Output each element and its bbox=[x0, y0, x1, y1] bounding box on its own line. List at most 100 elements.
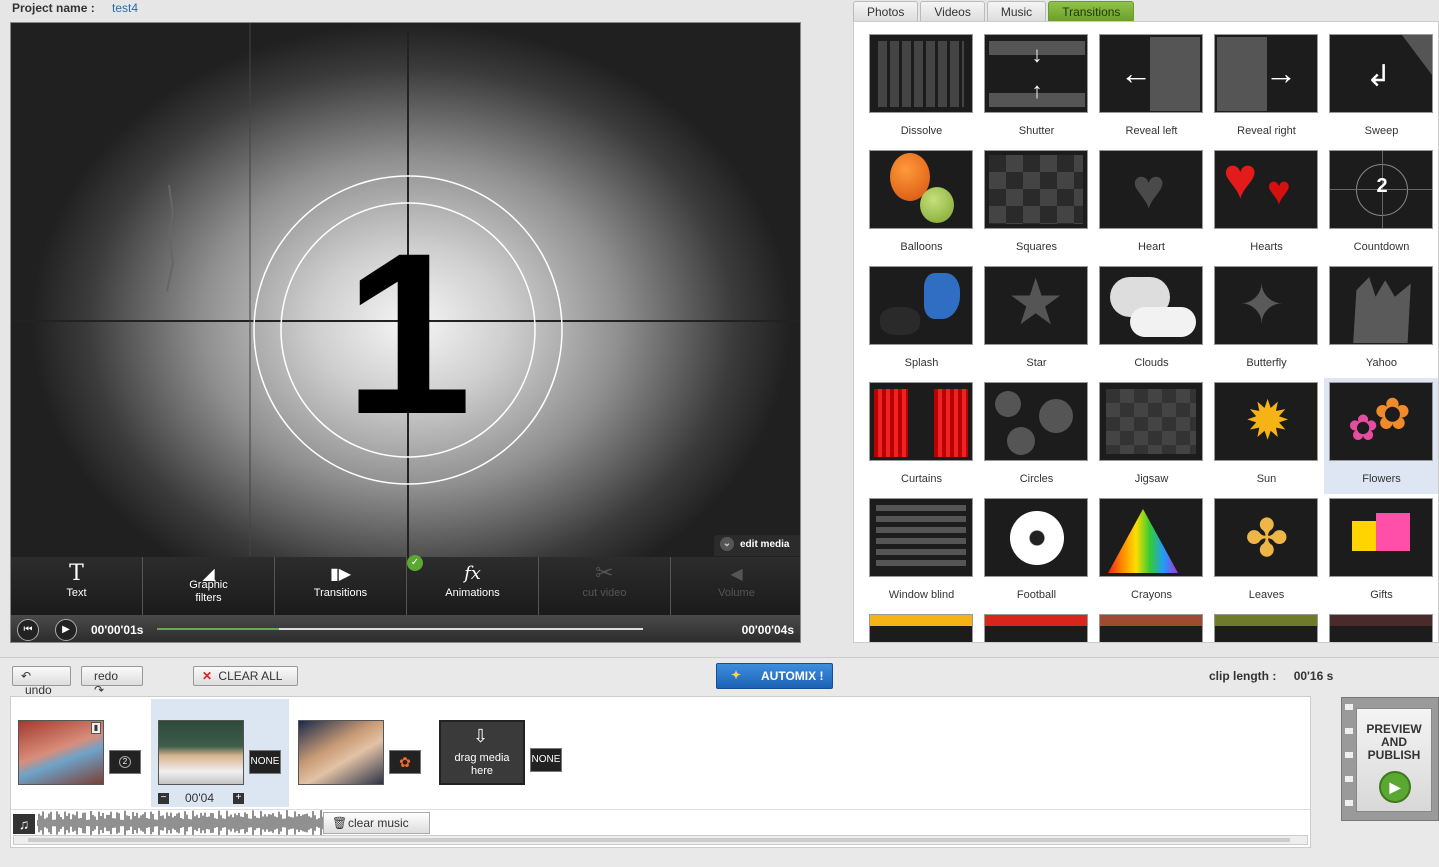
transition-flowers[interactable]: ✿ ✿ Flowers bbox=[1324, 378, 1438, 494]
transition-heart[interactable]: ♥ Heart bbox=[1094, 146, 1209, 262]
transition-name: Jigsaw bbox=[1134, 473, 1169, 485]
total-time: 00'00'04s bbox=[741, 623, 794, 637]
edit-media-button[interactable]: ⌄ edit media bbox=[714, 535, 800, 556]
film-perforation bbox=[1345, 704, 1353, 710]
transition-thumbnail bbox=[869, 34, 973, 113]
redo-button[interactable]: redo ↷ bbox=[81, 666, 143, 697]
transition-splash[interactable]: Splash bbox=[864, 262, 979, 378]
transition-gifts[interactable]: Gifts bbox=[1324, 494, 1438, 610]
project-name-label: Project name : bbox=[12, 1, 95, 15]
transitions-tool-label: Transitions bbox=[313, 587, 368, 599]
tab-videos[interactable]: Videos bbox=[920, 1, 985, 22]
film-perforation bbox=[1345, 728, 1353, 734]
cut-video-button[interactable]: ✂ cut video bbox=[539, 557, 671, 615]
transition-football[interactable]: Football bbox=[979, 494, 1094, 610]
transition-thumbnail-partial[interactable] bbox=[1329, 614, 1433, 642]
transition-slot-4[interactable]: NONE bbox=[530, 748, 562, 772]
undo-button[interactable]: ↶ undo bbox=[12, 666, 71, 697]
preview-publish-button[interactable]: PREVIEW AND PUBLISH ▶ bbox=[1341, 697, 1439, 821]
transition-name: Circles bbox=[1019, 473, 1054, 485]
transition-balloons[interactable]: Balloons bbox=[864, 146, 979, 262]
transition-butterfly[interactable]: ✦ Butterfly bbox=[1209, 262, 1324, 378]
tab-photos[interactable]: Photos bbox=[853, 1, 919, 22]
clip-thumbnail-1[interactable]: ▮ bbox=[18, 720, 104, 785]
transition-thumbnail bbox=[984, 498, 1088, 577]
play-icon[interactable]: ▶ bbox=[55, 619, 77, 641]
transition-crayons[interactable]: Crayons bbox=[1094, 494, 1209, 610]
transition-thumbnail bbox=[869, 498, 973, 577]
publish-label: PREVIEW AND PUBLISH bbox=[1366, 722, 1422, 762]
current-time: 00'00'01s bbox=[91, 623, 144, 637]
trash-icon[interactable]: ▮ bbox=[91, 722, 101, 734]
transition-reveal-right[interactable]: → Reveal right bbox=[1209, 30, 1324, 146]
transition-slot-3[interactable]: ✿ bbox=[389, 750, 421, 774]
clear-music-button[interactable]: 🗑︎ clear music bbox=[323, 812, 430, 834]
clip-length-label: clip length : bbox=[1209, 669, 1277, 683]
transition-hearts[interactable]: ♥ ♥ Hearts bbox=[1209, 146, 1324, 262]
graphic-filters-button[interactable]: ◢ Graphic filters bbox=[143, 557, 275, 615]
transition-thumbnail-partial[interactable] bbox=[1099, 614, 1203, 642]
transition-thumbnail: ♥ bbox=[1099, 150, 1203, 229]
project-name-value[interactable]: test4 bbox=[112, 1, 138, 15]
clip-thumbnail-2[interactable] bbox=[158, 720, 244, 785]
transition-shutter[interactable]: ↓ ↑ Shutter bbox=[979, 30, 1094, 146]
scrollbar-thumb[interactable] bbox=[28, 838, 1290, 842]
transition-sweep[interactable]: ↲ Sweep bbox=[1324, 30, 1438, 146]
undo-label: undo bbox=[25, 683, 52, 697]
transition-name: Hearts bbox=[1250, 241, 1283, 253]
transition-leaves[interactable]: ✤ Leaves bbox=[1209, 494, 1324, 610]
drop-zone[interactable]: ⇩ drag media here bbox=[439, 720, 525, 785]
transition-reveal-left[interactable]: ← Reveal left bbox=[1094, 30, 1209, 146]
edit-media-label: edit media bbox=[740, 539, 790, 550]
transition-star[interactable]: ★ Star bbox=[979, 262, 1094, 378]
close-icon: ✕ bbox=[202, 669, 213, 683]
timeline-scrollbar[interactable] bbox=[13, 835, 1308, 845]
skip-to-start-icon[interactable]: ⏮ bbox=[17, 619, 39, 641]
transition-slot-1[interactable]: 2 bbox=[109, 750, 141, 774]
transition-squares[interactable]: Squares bbox=[979, 146, 1094, 262]
transition-slot-1-label: 2 bbox=[119, 756, 131, 768]
transition-slot-4-label: NONE bbox=[531, 754, 561, 765]
transition-window-blind[interactable]: Window blind bbox=[864, 494, 979, 610]
transition-sun[interactable]: ✹ Sun bbox=[1209, 378, 1324, 494]
tab-transitions[interactable]: Transitions bbox=[1048, 1, 1135, 22]
volume-button[interactable]: ◀ Volume bbox=[671, 557, 800, 615]
transition-curtains[interactable]: Curtains bbox=[864, 378, 979, 494]
drop-zone-label: drag media here bbox=[454, 752, 510, 777]
increase-duration-button[interactable]: + bbox=[233, 793, 244, 804]
transition-name: Flowers bbox=[1362, 473, 1401, 485]
clear-all-button[interactable]: ✕ CLEAR ALL bbox=[193, 666, 298, 686]
transition-thumbnail-partial[interactable] bbox=[1214, 614, 1318, 642]
transition-yahoo[interactable]: Yahoo bbox=[1324, 262, 1438, 378]
transition-name: Star bbox=[1026, 357, 1047, 369]
transition-circles[interactable]: Circles bbox=[979, 378, 1094, 494]
decrease-duration-button[interactable]: − bbox=[158, 793, 169, 804]
transition-countdown[interactable]: 2 Countdown bbox=[1324, 146, 1438, 262]
transition-jigsaw[interactable]: Jigsaw bbox=[1094, 378, 1209, 494]
clip-length-value: 00'16 s bbox=[1293, 669, 1334, 683]
film-perforation bbox=[1345, 776, 1353, 782]
transition-clouds[interactable]: Clouds bbox=[1094, 262, 1209, 378]
transition-slot-2[interactable]: NONE bbox=[249, 750, 281, 774]
progress-slider[interactable] bbox=[157, 628, 643, 630]
transition-thumbnail-partial[interactable] bbox=[869, 614, 973, 642]
text-tool-label: Text bbox=[66, 587, 87, 599]
redo-icon: ↷ bbox=[94, 683, 105, 697]
transition-thumbnail-partial[interactable] bbox=[984, 614, 1088, 642]
tab-music[interactable]: Music bbox=[986, 1, 1047, 22]
automix-button[interactable]: ✦ AUTOMIX ! bbox=[716, 663, 833, 689]
transition-name: Sun bbox=[1256, 473, 1277, 485]
transition-thumbnail: 2 bbox=[1329, 150, 1433, 229]
transitions-tool-button[interactable]: ▮▶ Transitions bbox=[275, 557, 407, 615]
play-icon: ▶ bbox=[1379, 771, 1411, 803]
preview-player: 1 ⌄ edit media T Text ◢ Graphic filters … bbox=[10, 22, 801, 643]
transition-name: Clouds bbox=[1134, 357, 1169, 369]
transition-thumbnail bbox=[869, 266, 973, 345]
preview-stage[interactable]: 1 ⌄ edit media bbox=[11, 23, 800, 557]
transition-dissolve[interactable]: Dissolve bbox=[864, 30, 979, 146]
animations-tool-button[interactable]: ✓ fx Animations bbox=[407, 555, 539, 615]
text-tool-button[interactable]: T Text bbox=[11, 557, 143, 615]
clip-thumbnail-3[interactable] bbox=[298, 720, 384, 785]
transition-name: Balloons bbox=[900, 241, 943, 253]
trash-icon: 🗑︎ bbox=[332, 816, 348, 830]
